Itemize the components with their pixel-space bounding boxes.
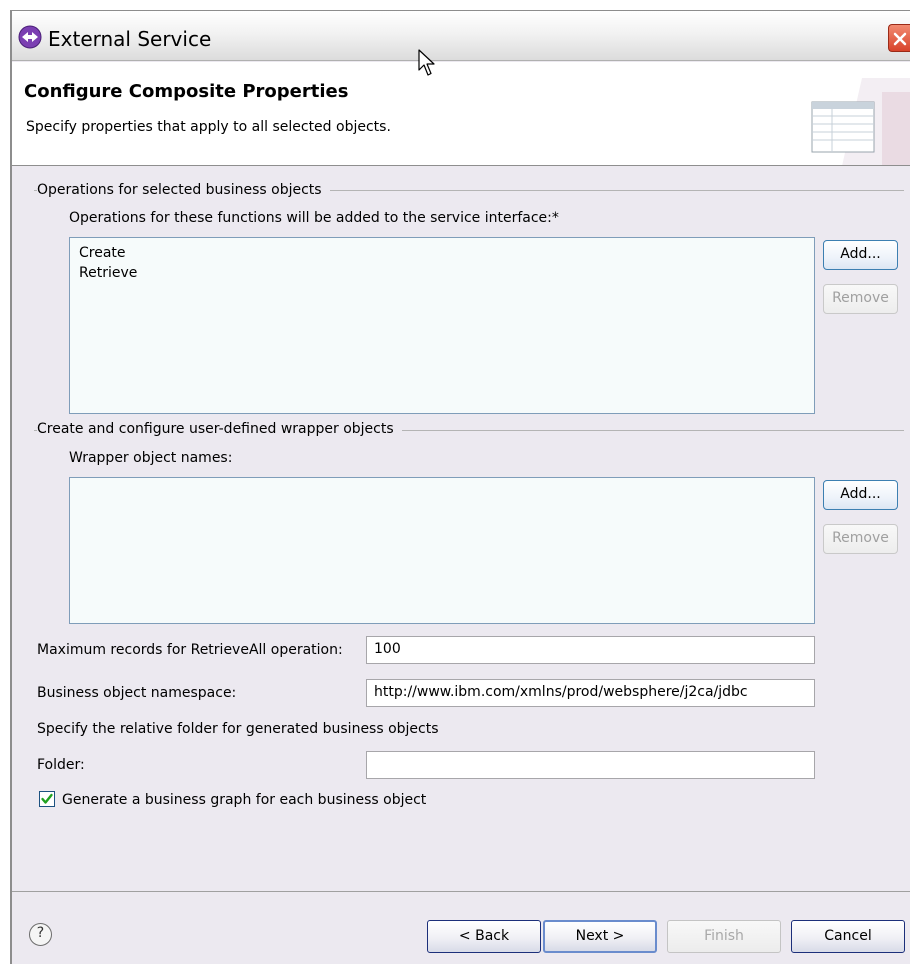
operations-group-label: Operations for selected business objects [37,182,330,198]
business-graph-label[interactable]: Generate a business graph for each busin… [62,792,426,808]
window-title: External Service [48,27,212,51]
close-icon [893,32,907,46]
external-service-dialog: External Service Configure Composite Pro… [10,10,910,964]
remove-wrapper-button[interactable]: Remove [823,524,898,554]
add-operation-button[interactable]: Add... [823,240,898,270]
namespace-field[interactable]: http://www.ibm.com/xmlns/prod/websphere/… [366,679,815,707]
add-wrapper-button[interactable]: Add... [823,480,898,510]
folder-field[interactable] [366,751,815,779]
page-title: Configure Composite Properties [24,81,349,102]
next-button[interactable]: Next > [543,920,657,953]
folder-hint-label: Specify the relative folder for generate… [37,721,439,737]
page-header: Configure Composite Properties Specify p… [12,62,910,166]
title-bar[interactable]: External Service [12,11,910,61]
help-icon[interactable]: ? [29,923,52,946]
business-graph-checkbox[interactable] [39,791,55,807]
wrapper-objects-list[interactable] [69,477,815,624]
wrapper-group-label: Create and configure user-defined wrappe… [37,421,402,437]
footer-divider [12,891,910,892]
back-button[interactable]: < Back [427,920,541,953]
close-button[interactable] [888,24,910,52]
finish-button[interactable]: Finish [667,920,781,953]
wrapper-names-label: Wrapper object names: [69,450,233,466]
list-item[interactable]: Create [70,243,814,263]
cancel-button[interactable]: Cancel [791,920,905,953]
operations-sublabel: Operations for these functions will be a… [69,210,559,226]
max-records-field[interactable]: 100 [366,636,815,664]
remove-operation-button[interactable]: Remove [823,284,898,314]
folder-label: Folder: [37,757,85,773]
table-properties-icon [802,78,910,165]
operations-list[interactable]: Create Retrieve [69,237,815,414]
max-records-label: Maximum records for RetrieveAll operatio… [37,642,343,658]
namespace-label: Business object namespace: [37,685,237,701]
page-subtitle: Specify properties that apply to all sel… [26,119,391,135]
external-service-icon [18,25,42,49]
checkmark-icon [41,793,53,804]
list-item[interactable]: Retrieve [70,263,814,283]
mouse-pointer-icon [418,49,436,81]
